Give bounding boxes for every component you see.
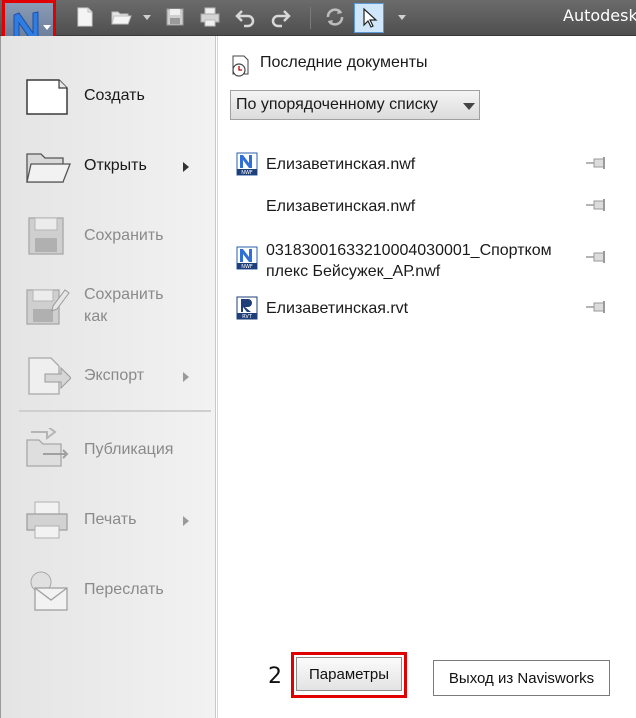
recent-document-item[interactable]: Елизаветинская.nwf bbox=[236, 194, 636, 224]
svg-text:NWF: NWF bbox=[241, 170, 253, 176]
menu-item-open[interactable]: Открыть bbox=[1, 138, 211, 194]
submenu-arrow-icon bbox=[183, 516, 189, 526]
menu-item-label: Сохранить как bbox=[84, 286, 164, 325]
save-as-icon bbox=[26, 289, 70, 325]
undo-icon[interactable] bbox=[234, 6, 256, 28]
select-arrow-icon bbox=[363, 7, 378, 28]
recent-document-name: Елизаветинская.rvt bbox=[266, 300, 409, 317]
pin-icon[interactable] bbox=[584, 154, 610, 172]
new-document-icon bbox=[26, 79, 68, 115]
recent-documents-title: Последние документы bbox=[260, 54, 428, 71]
menu-item-label: Переслать bbox=[84, 581, 164, 598]
menu-item-label: Публикация bbox=[84, 441, 174, 458]
window-title: Autodesk bbox=[563, 6, 636, 25]
new-file-icon[interactable] bbox=[74, 6, 96, 28]
save-icon bbox=[28, 217, 64, 255]
publish-icon bbox=[26, 428, 69, 467]
menu-divider bbox=[19, 410, 211, 412]
menu-item-save-as[interactable]: Сохранить как bbox=[1, 278, 211, 334]
open-folder-icon bbox=[26, 153, 71, 183]
recent-documents-icon bbox=[232, 55, 249, 77]
application-menu: Создать Открыть Сохранить Сохранить как … bbox=[0, 36, 636, 718]
rvt-file-icon: RVT bbox=[236, 296, 258, 320]
recent-document-item[interactable]: NWF 03183001633210004030001_Спортком пле… bbox=[236, 238, 636, 284]
menu-item-export[interactable]: Экспорт bbox=[1, 348, 211, 404]
submenu-arrow-icon bbox=[183, 162, 189, 172]
send-mail-icon bbox=[30, 571, 68, 611]
sort-select-value: По упорядоченному списку bbox=[236, 96, 438, 113]
callout-number-2: 2 bbox=[268, 664, 282, 689]
menu-item-label: Сохранить bbox=[84, 227, 164, 244]
menu-item-print[interactable]: Печать bbox=[1, 492, 211, 548]
open-dropdown-icon[interactable] bbox=[143, 15, 151, 20]
save-icon[interactable] bbox=[164, 6, 186, 28]
exit-navisworks-button[interactable]: Выход из Navisworks bbox=[433, 660, 610, 696]
recent-document-name: Елизаветинская.nwf bbox=[266, 156, 416, 173]
pin-icon[interactable] bbox=[584, 196, 610, 214]
chevron-down-icon bbox=[463, 103, 475, 110]
menu-item-save[interactable]: Сохранить bbox=[1, 208, 211, 264]
recent-document-item[interactable]: NWF Елизаветинская.nwf bbox=[236, 152, 636, 182]
recent-document-name: 03183001633210004030001_Спортком плекс Б… bbox=[266, 242, 552, 280]
quick-access-toolbar: Autodesk bbox=[0, 0, 636, 60]
menu-item-label: Экспорт bbox=[84, 367, 145, 384]
recent-documents-sort-select[interactable]: По упорядоченному списку bbox=[230, 90, 480, 120]
nwf-file-icon: NWF bbox=[236, 246, 258, 270]
menu-item-label: Печать bbox=[84, 511, 137, 528]
menu-item-publish[interactable]: Публикация bbox=[1, 422, 211, 478]
svg-text:RVT: RVT bbox=[242, 314, 253, 320]
redo-icon[interactable] bbox=[270, 6, 292, 28]
customize-toolbar-dropdown-icon[interactable] bbox=[398, 15, 406, 20]
export-icon bbox=[28, 357, 71, 395]
refresh-icon[interactable] bbox=[324, 6, 346, 28]
recent-documents-header: Последние документы bbox=[230, 52, 530, 78]
print-icon bbox=[26, 501, 68, 539]
submenu-arrow-icon bbox=[183, 372, 189, 382]
menu-item-label: Создать bbox=[84, 87, 145, 104]
print-icon[interactable] bbox=[199, 6, 221, 28]
recent-document-name: Елизаветинская.nwf bbox=[266, 198, 416, 215]
recent-document-item[interactable]: RVT Елизаветинская.rvt bbox=[236, 296, 636, 326]
application-menu-commands: Создать Открыть Сохранить Сохранить как … bbox=[1, 36, 216, 718]
application-window: Autodesk 1 Создать Открыть bbox=[0, 0, 636, 718]
svg-text:NWF: NWF bbox=[241, 264, 253, 270]
recent-documents-panel: Последние документы По упорядоченному сп… bbox=[217, 36, 636, 718]
menu-item-send[interactable]: Переслать bbox=[1, 562, 211, 618]
select-tool-button[interactable] bbox=[354, 3, 384, 33]
options-button[interactable]: Параметры bbox=[296, 657, 402, 691]
chevron-down-icon bbox=[43, 25, 51, 30]
menu-item-label: Открыть bbox=[84, 157, 147, 174]
nwf-file-icon: NWF bbox=[236, 152, 258, 176]
toolbar-separator bbox=[310, 7, 311, 29]
open-folder-icon[interactable] bbox=[110, 6, 132, 28]
pin-icon[interactable] bbox=[584, 298, 610, 316]
pin-icon[interactable] bbox=[584, 248, 610, 266]
menu-item-create[interactable]: Создать bbox=[1, 68, 211, 124]
